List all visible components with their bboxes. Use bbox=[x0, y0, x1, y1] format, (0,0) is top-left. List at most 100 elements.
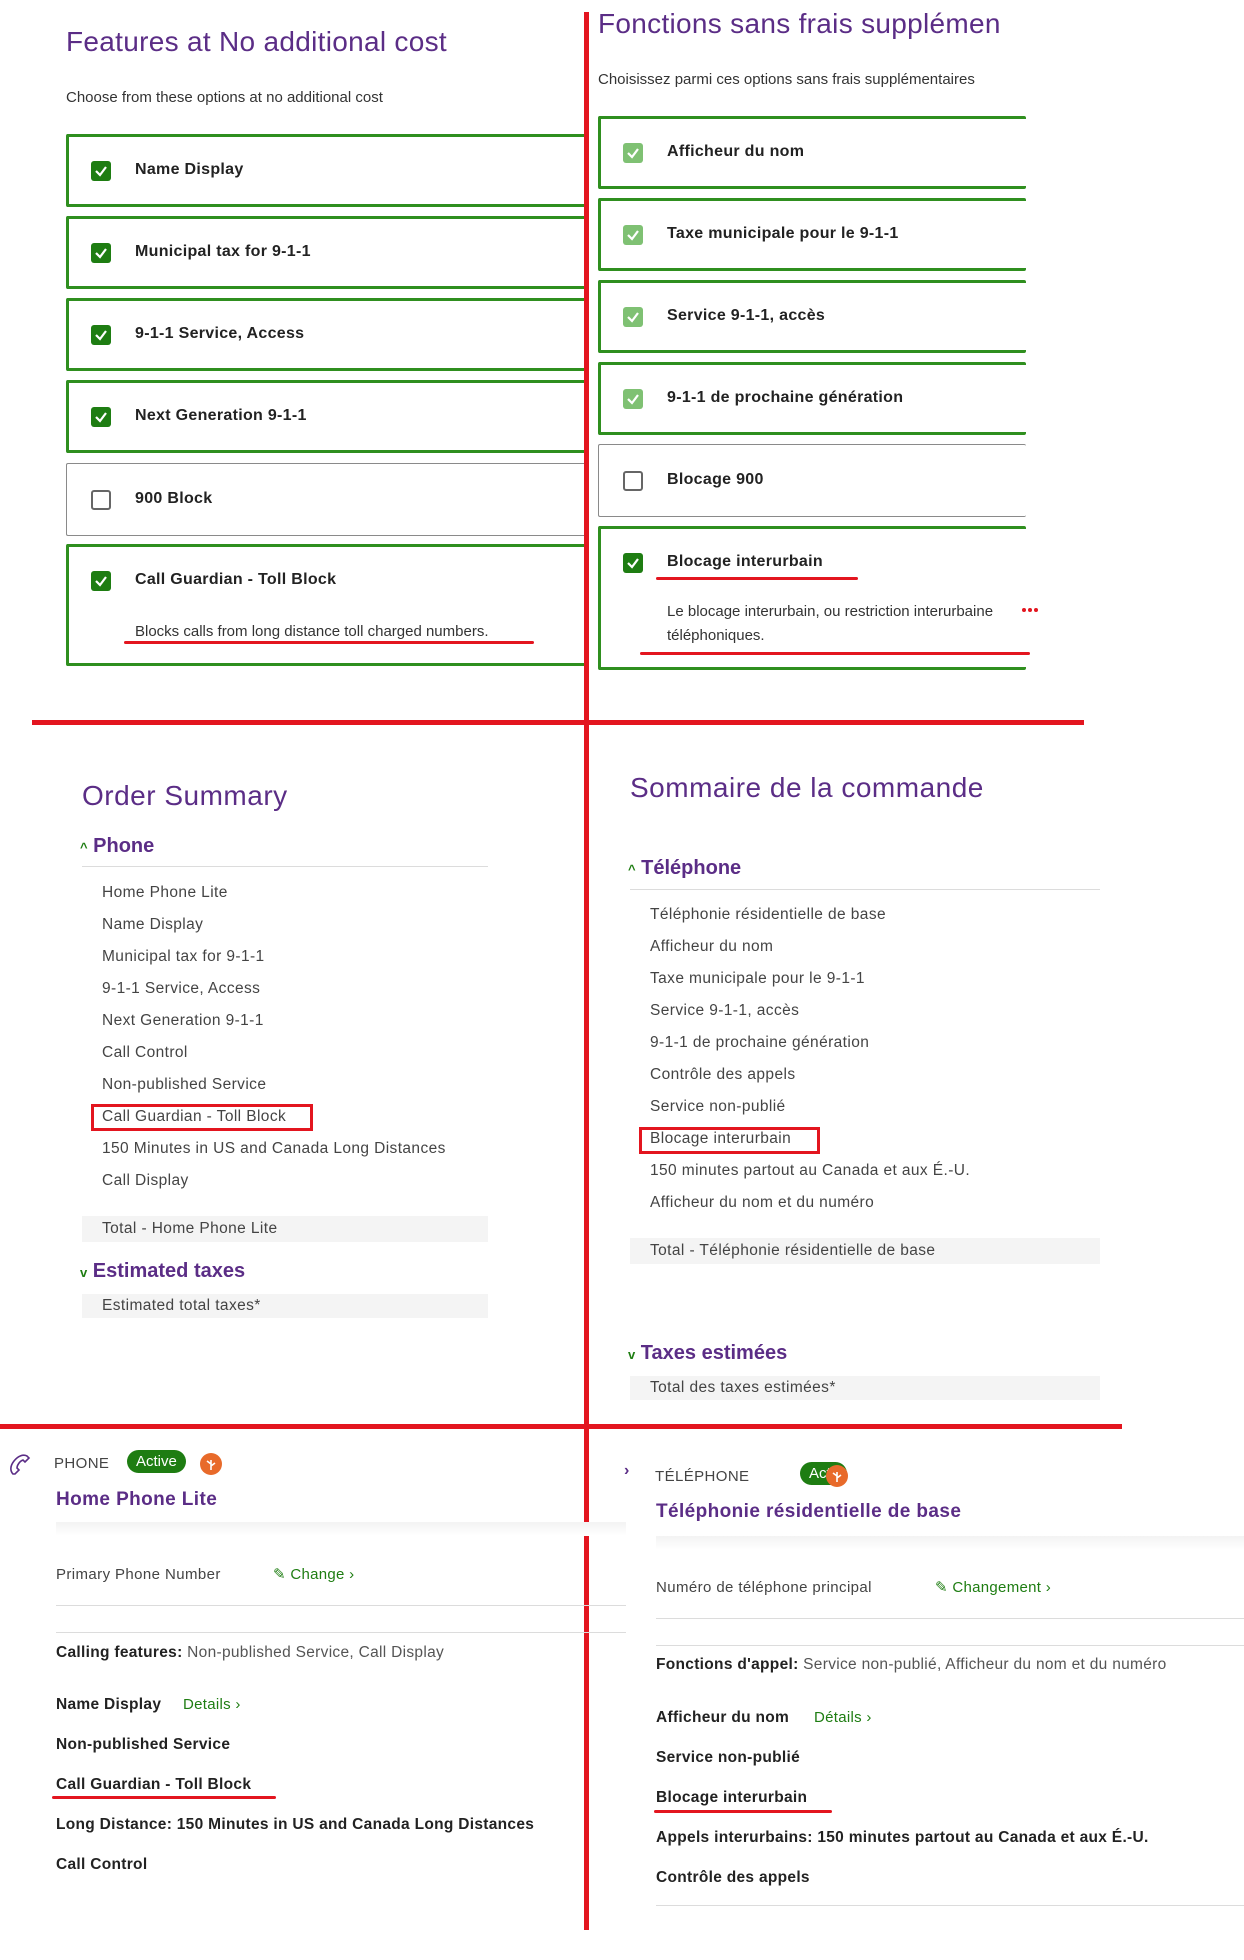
option-taxe-municipale[interactable]: Taxe municipale pour le 9-1-1 bbox=[598, 198, 1026, 271]
checkbox-checked[interactable] bbox=[91, 571, 111, 591]
chevron-right-icon: › bbox=[861, 1709, 872, 1726]
primary-phone-label: Primary Phone Number bbox=[56, 1566, 221, 1583]
total-label: Total - Home Phone Lite bbox=[102, 1220, 278, 1237]
summary-item: Taxe municipale pour le 9-1-1 bbox=[650, 970, 865, 987]
option-municipal-tax[interactable]: Municipal tax for 9-1-1 bbox=[66, 216, 586, 289]
option-label: 9-1-1 Service, Access bbox=[135, 325, 305, 342]
option-label: Service 9-1-1, accès bbox=[667, 307, 826, 324]
divider bbox=[82, 866, 488, 867]
change-link[interactable]: ✎ Changement › bbox=[935, 1578, 1051, 1596]
annotation-horizontal-divider-bottom bbox=[0, 1424, 1122, 1429]
option-label: Next Generation 9-1-1 bbox=[135, 407, 307, 424]
option-service-911[interactable]: Service 9-1-1, accès bbox=[598, 280, 1026, 353]
check-icon bbox=[95, 330, 107, 341]
check-icon bbox=[627, 558, 639, 569]
option-description-line2: téléphoniques. bbox=[667, 627, 765, 644]
chevron-right-icon: › bbox=[624, 1462, 630, 1479]
checkbox-checked[interactable] bbox=[91, 325, 111, 345]
check-icon bbox=[95, 166, 107, 177]
taxes-row: Estimated total taxes* bbox=[82, 1294, 488, 1318]
check-icon bbox=[627, 230, 639, 241]
option-label: Taxe municipale pour le 9-1-1 bbox=[667, 225, 899, 242]
option-label: Municipal tax for 9-1-1 bbox=[135, 243, 311, 260]
taxes-section-toggle[interactable]: v Taxes estimées bbox=[628, 1342, 787, 1365]
taxes-total-label: Estimated total taxes* bbox=[102, 1297, 261, 1314]
primary-phone-label: Numéro de téléphone principal bbox=[656, 1579, 872, 1596]
summary-item: 150 Minutes in US and Canada Long Distan… bbox=[102, 1140, 446, 1157]
total-row: Total - Home Phone Lite bbox=[82, 1216, 488, 1242]
summary-item: Home Phone Lite bbox=[102, 884, 228, 901]
fr-features-subtitle: Choisissez parmi ces options sans frais … bbox=[598, 71, 975, 88]
summary-item: Non-published Service bbox=[102, 1076, 267, 1093]
total-label: Total - Téléphonie résidentielle de base bbox=[650, 1242, 936, 1259]
option-blocage-900[interactable]: Blocage 900 bbox=[598, 444, 1026, 517]
summary-item: 9-1-1 de prochaine génération bbox=[650, 1034, 870, 1051]
taxes-section-toggle[interactable]: v Estimated taxes bbox=[80, 1260, 245, 1283]
phone-section-label: Phone bbox=[93, 835, 155, 857]
long-distance: Appels interurbains: 150 minutes partout… bbox=[656, 1829, 1149, 1847]
check-icon bbox=[627, 148, 639, 159]
check-icon bbox=[627, 394, 639, 405]
checkbox-checked[interactable] bbox=[623, 225, 643, 245]
checkbox-checked[interactable] bbox=[623, 389, 643, 409]
option-blocage-interurbain[interactable]: Blocage interurbain Le blocage interurba… bbox=[598, 526, 1026, 670]
product-name: Téléphonie résidentielle de base bbox=[656, 1501, 962, 1522]
en-features-title: Features at No additional cost bbox=[66, 26, 447, 57]
product-name: Home Phone Lite bbox=[56, 1489, 218, 1510]
fr-features-title-clip: Fonctions sans frais supplémen bbox=[596, 0, 1026, 60]
feature-item: Service non-publié bbox=[656, 1749, 801, 1766]
total-row: Total - Téléphonie résidentielle de base bbox=[630, 1238, 1100, 1264]
order-summary-title: Order Summary bbox=[82, 780, 288, 811]
option-afficheur-nom[interactable]: Afficheur du nom bbox=[598, 116, 1026, 189]
option-911-service[interactable]: 9-1-1 Service, Access bbox=[66, 298, 586, 371]
summary-item: Afficheur du nom bbox=[650, 938, 774, 955]
details-link[interactable]: Détails › bbox=[814, 1709, 872, 1726]
checkbox-checked[interactable] bbox=[623, 553, 643, 573]
long-distance-label: Long Distance: bbox=[56, 1816, 173, 1833]
summary-item: Next Generation 9-1-1 bbox=[102, 1012, 264, 1029]
summary-item: Afficheur du nom et du numéro bbox=[650, 1194, 875, 1211]
calling-features-label: Fonctions d'appel: bbox=[656, 1656, 799, 1673]
header-shadow bbox=[56, 1522, 626, 1536]
status-badge: Active bbox=[127, 1450, 186, 1473]
checkbox-checked[interactable] bbox=[91, 407, 111, 427]
option-next-gen-911[interactable]: Next Generation 9-1-1 bbox=[66, 380, 586, 453]
option-900-block[interactable]: 900 Block bbox=[66, 463, 586, 536]
calling-features: Calling features: Non-published Service,… bbox=[56, 1644, 444, 1662]
chevron-right-icon: › bbox=[344, 1566, 355, 1583]
chevron-up-icon: ^ bbox=[628, 862, 636, 877]
annotation-underline bbox=[640, 652, 1030, 655]
option-911-prochaine-gen[interactable]: 9-1-1 de prochaine génération bbox=[598, 362, 1026, 435]
feature-item: Contrôle des appels bbox=[656, 1869, 810, 1886]
checkbox-checked[interactable] bbox=[623, 143, 643, 163]
option-label: Blocage interurbain bbox=[667, 553, 823, 570]
details-label: Details bbox=[183, 1696, 231, 1713]
option-name-display[interactable]: Name Display bbox=[66, 134, 586, 207]
option-label: Call Guardian - Toll Block bbox=[135, 571, 337, 588]
phone-section-toggle[interactable]: ^ Téléphone bbox=[628, 857, 741, 880]
long-distance: Long Distance: 150 Minutes in US and Can… bbox=[56, 1816, 534, 1834]
summary-item: Service non-publié bbox=[650, 1098, 786, 1115]
chevron-right-icon: › bbox=[230, 1696, 241, 1713]
checkbox-checked[interactable] bbox=[623, 307, 643, 327]
order-summary-title: Sommaire de la commande bbox=[630, 772, 984, 803]
summary-item: Service 9-1-1, accès bbox=[650, 1002, 800, 1019]
checkbox-unchecked[interactable] bbox=[623, 471, 643, 491]
change-link[interactable]: ✎ Change › bbox=[273, 1565, 354, 1583]
details-link[interactable]: Details › bbox=[183, 1696, 241, 1713]
feature-item: Afficheur du nom bbox=[656, 1709, 790, 1726]
phone-section-toggle[interactable]: ^ Phone bbox=[80, 835, 154, 858]
annotation-box bbox=[91, 1104, 313, 1131]
feature-item: Call Guardian - Toll Block bbox=[56, 1776, 252, 1793]
chevron-up-icon: ^ bbox=[80, 840, 88, 855]
feature-item: Call Control bbox=[56, 1856, 148, 1873]
taxes-total-label: Total des taxes estimées* bbox=[650, 1379, 836, 1396]
checkbox-unchecked[interactable] bbox=[91, 490, 111, 510]
option-call-guardian[interactable]: Call Guardian - Toll Block Blocks calls … bbox=[66, 544, 586, 666]
check-icon bbox=[95, 576, 107, 587]
chevron-down-icon: v bbox=[628, 1347, 636, 1362]
header-shadow bbox=[656, 1536, 1244, 1550]
checkbox-checked[interactable] bbox=[91, 243, 111, 263]
checkbox-checked[interactable] bbox=[91, 161, 111, 181]
pencil-icon: ✎ bbox=[935, 1579, 953, 1596]
